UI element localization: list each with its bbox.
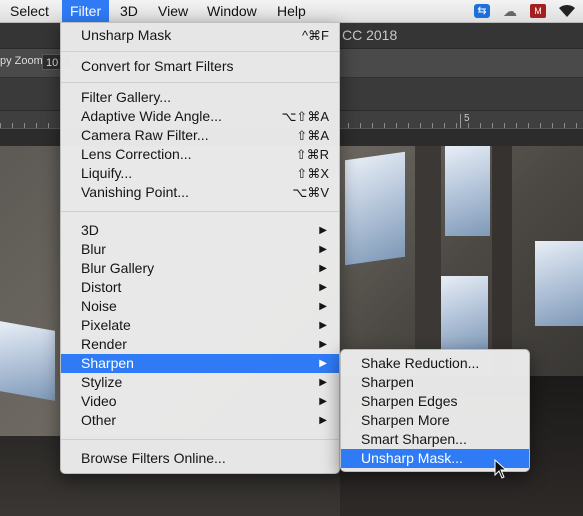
menu-filter[interactable]: Filter	[62, 0, 110, 22]
menu-separator	[61, 82, 339, 83]
menu-separator	[61, 211, 339, 212]
teamviewer-icon[interactable]: ⇆	[474, 4, 490, 18]
submenu-arrow-icon: ▶	[319, 225, 327, 236]
menu-item-camera-raw[interactable]: Camera Raw Filter... ⇧⌘A	[61, 126, 339, 145]
menu-item-adaptive-wide-angle[interactable]: Adaptive Wide Angle... ⌥⇧⌘A	[61, 107, 339, 126]
submenu-arrow-icon: ▶	[319, 377, 327, 388]
menu-item-browse-filters-online[interactable]: Browse Filters Online...	[61, 449, 339, 468]
wifi-icon[interactable]	[558, 4, 576, 18]
menu-item-filter-gallery[interactable]: Filter Gallery...	[61, 88, 339, 107]
menu-item-stylize[interactable]: Stylize ▶	[61, 373, 339, 392]
menu-item-blur[interactable]: Blur ▶	[61, 240, 339, 259]
submenu-arrow-icon: ▶	[319, 339, 327, 350]
app-title: CC 2018	[342, 27, 398, 43]
submenu-item-sharpen-more[interactable]: Sharpen More	[341, 411, 529, 430]
submenu-arrow-icon: ▶	[319, 263, 327, 274]
menu-item-other[interactable]: Other ▶	[61, 411, 339, 430]
submenu-arrow-icon: ▶	[319, 320, 327, 331]
menu-item-lens-correction[interactable]: Lens Correction... ⇧⌘R	[61, 145, 339, 164]
menu-item-render[interactable]: Render ▶	[61, 335, 339, 354]
submenu-arrow-icon: ▶	[319, 396, 327, 407]
menu-window[interactable]: Window	[199, 0, 265, 22]
menu-item-liquify[interactable]: Liquify... ⇧⌘X	[61, 164, 339, 183]
ruler-major-tick	[460, 114, 461, 128]
submenu-arrow-icon: ▶	[319, 301, 327, 312]
mouse-pointer-icon	[494, 459, 508, 479]
menu-separator	[61, 51, 339, 52]
submenu-item-shake-reduction[interactable]: Shake Reduction...	[341, 354, 529, 373]
menu-view[interactable]: View	[150, 0, 196, 22]
window-pane	[445, 146, 490, 236]
creative-cloud-icon[interactable]: ☁	[502, 4, 518, 18]
menu-3d[interactable]: 3D	[112, 0, 146, 22]
menu-separator	[61, 439, 339, 440]
zoom-option-label: py Zoom	[0, 55, 43, 67]
window-pane	[0, 321, 55, 401]
menu-item-3d[interactable]: 3D ▶	[61, 221, 339, 240]
menu-item-last-filter[interactable]: Unsharp Mask ^⌘F	[61, 26, 339, 45]
submenu-arrow-icon: ▶	[319, 282, 327, 293]
menu-item-sharpen[interactable]: Sharpen ▶	[61, 354, 339, 373]
submenu-item-smart-sharpen[interactable]: Smart Sharpen...	[341, 430, 529, 449]
menu-item-convert-smart-filters[interactable]: Convert for Smart Filters	[61, 57, 339, 76]
menu-item-blur-gallery[interactable]: Blur Gallery ▶	[61, 259, 339, 278]
ruler-label: 5	[464, 113, 470, 124]
submenu-arrow-icon: ▶	[319, 244, 327, 255]
submenu-item-sharpen[interactable]: Sharpen	[341, 373, 529, 392]
menu-help[interactable]: Help	[269, 0, 314, 22]
menu-bar: Select Filter 3D View Window Help ⇆ ☁ M	[0, 0, 583, 23]
menu-item-video[interactable]: Video ▶	[61, 392, 339, 411]
window-pane	[440, 276, 488, 351]
menu-item-pixelate[interactable]: Pixelate ▶	[61, 316, 339, 335]
menu-item-vanishing-point[interactable]: Vanishing Point... ⌥⌘V	[61, 183, 339, 202]
sharpen-submenu: Shake Reduction... Sharpen Sharpen Edges…	[340, 349, 530, 472]
window-pane	[345, 151, 405, 266]
submenu-arrow-icon: ▶	[319, 358, 327, 369]
antivirus-shield-icon[interactable]: M	[530, 4, 546, 18]
submenu-arrow-icon: ▶	[319, 415, 327, 426]
filter-menu: Unsharp Mask ^⌘F Convert for Smart Filter…	[60, 22, 340, 474]
menu-item-noise[interactable]: Noise ▶	[61, 297, 339, 316]
menu-item-distort[interactable]: Distort ▶	[61, 278, 339, 297]
menu-select[interactable]: Select	[2, 0, 57, 22]
window-pane	[535, 241, 583, 326]
submenu-item-sharpen-edges[interactable]: Sharpen Edges	[341, 392, 529, 411]
